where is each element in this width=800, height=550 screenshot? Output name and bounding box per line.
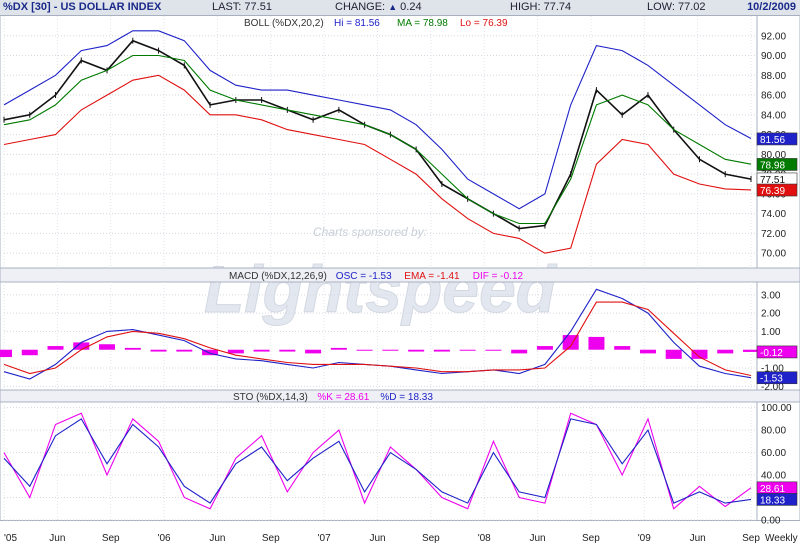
x-tick-label: Jun <box>530 533 546 544</box>
x-tick-label: Sep <box>742 533 760 544</box>
x-tick-label: Sep <box>262 533 280 544</box>
sto-ytick-label: 0.00 <box>761 516 781 527</box>
price-value-box-label: 78.98 <box>760 160 785 171</box>
macd-value-box-label: -0.12 <box>760 348 783 359</box>
sto-ytick-label: 100.00 <box>761 403 792 414</box>
macd-ytick-label: 3.00 <box>761 290 781 301</box>
x-tick-label: Jun <box>369 533 385 544</box>
macd-histogram-bar <box>639 349 656 354</box>
x-tick-label: '08 <box>478 533 491 544</box>
macd-histogram-bar <box>73 342 90 350</box>
price-legend-entry: Lo = 76.39 <box>460 18 508 29</box>
chart-svg: Charts sponsored by: Lightspeed 92.00 90.00… <box>0 15 800 544</box>
chart-stage: %DX [30] - US DOLLAR INDEX LAST: 77.51 C… <box>0 0 800 550</box>
macd-histogram-bar <box>227 349 244 354</box>
sto-d-series-line <box>3 418 752 504</box>
macd-histogram-bar <box>382 349 399 351</box>
price-ytick-label: 74.00 <box>761 209 786 220</box>
watermark-sponsor: Charts sponsored by: <box>313 225 427 239</box>
price-ytick-label: 70.00 <box>761 249 786 260</box>
macd-histogram-bar <box>21 349 38 356</box>
sto-legend-entry: %D = 18.33 <box>380 392 433 403</box>
x-tick-label: '07 <box>318 533 331 544</box>
sto-legend-entry: %K = 28.61 <box>317 392 369 403</box>
price-title: BOLL (%DX,20,2) <box>244 18 324 29</box>
macd-histogram-bar <box>433 349 450 352</box>
price-value-box-label: 81.56 <box>760 135 785 146</box>
x-tick-label: '05 <box>4 533 17 544</box>
macd-value-box-label: -1.53 <box>760 374 783 385</box>
x-tick-label: Jun <box>690 533 706 544</box>
macd-histogram-bar <box>253 349 270 352</box>
price-price-series-line <box>3 39 752 230</box>
macd-histogram-bar <box>99 344 116 350</box>
sto-k-series-line <box>3 412 752 510</box>
sto-ytick-label: 80.00 <box>761 426 786 437</box>
macd-legend-entry: OSC = -1.53 <box>336 271 392 282</box>
macd-ytick-label: 1.00 <box>761 327 781 338</box>
macd-histogram-bar <box>356 349 373 351</box>
sto-ytick-label: 40.00 <box>761 471 786 482</box>
x-tick-label: Jun <box>209 533 225 544</box>
macd-histogram-bar <box>330 347 347 350</box>
macd-title: MACD (%DX,12,26,9) <box>229 271 327 282</box>
price-value-box-label: 76.39 <box>760 186 785 197</box>
macd-title-strip <box>0 267 800 283</box>
sto-ytick-label: 60.00 <box>761 448 786 459</box>
price-legend-entry: MA = 78.98 <box>397 18 448 29</box>
sto-title: STO (%DX,14,3) <box>233 392 308 403</box>
x-tick-label: Sep <box>102 533 120 544</box>
macd-histogram-bar <box>0 349 12 358</box>
macd-legend-entry: EMA = -1.41 <box>404 271 460 282</box>
macd-histogram-bar <box>459 349 476 351</box>
macd-ytick-label: 2.00 <box>761 309 781 320</box>
price-ytick-label: 88.00 <box>761 71 786 82</box>
x-tick-label: Sep <box>422 533 440 544</box>
x-tick-label: Sep <box>582 533 600 544</box>
x-tick-label: Jun <box>49 533 65 544</box>
price-upper-series-line <box>3 30 752 210</box>
macd-histogram-bar <box>124 347 141 350</box>
x-tick-label: '06 <box>158 533 171 544</box>
macd-histogram-bar <box>279 349 296 352</box>
macd-histogram-bar <box>305 349 322 354</box>
price-ytick-label: 90.00 <box>761 51 786 62</box>
macd-histogram-bar <box>614 346 631 350</box>
macd-histogram-bar <box>47 346 64 350</box>
price-legend-entry: Hi = 81.56 <box>334 18 380 29</box>
x-tick-label: '09 <box>638 533 651 544</box>
price-ytick-label: 72.00 <box>761 229 786 240</box>
macd-histogram-bar <box>588 336 605 350</box>
macd-histogram-bar <box>536 346 553 350</box>
macd-histogram-bar <box>665 349 682 359</box>
price-ytick-label: 92.00 <box>761 31 786 42</box>
macd-histogram-bar <box>485 349 502 351</box>
macd-legend-entry: DIF = -0.12 <box>473 271 524 282</box>
macd-histogram-bar <box>511 349 528 354</box>
price-ytick-label: 86.00 <box>761 91 786 102</box>
watermark-brand: Lightspeed <box>204 252 558 326</box>
x-axis-period-label: Weekly <box>765 533 798 544</box>
sto-value-box-label: 18.33 <box>760 495 785 506</box>
macd-histogram-bar <box>717 349 734 354</box>
macd-histogram-bar <box>176 349 193 352</box>
price-ytick-label: 84.00 <box>761 110 786 121</box>
macd-histogram-bar <box>150 349 167 352</box>
macd-histogram-bar <box>743 349 759 352</box>
macd-histogram-bar <box>408 349 425 352</box>
